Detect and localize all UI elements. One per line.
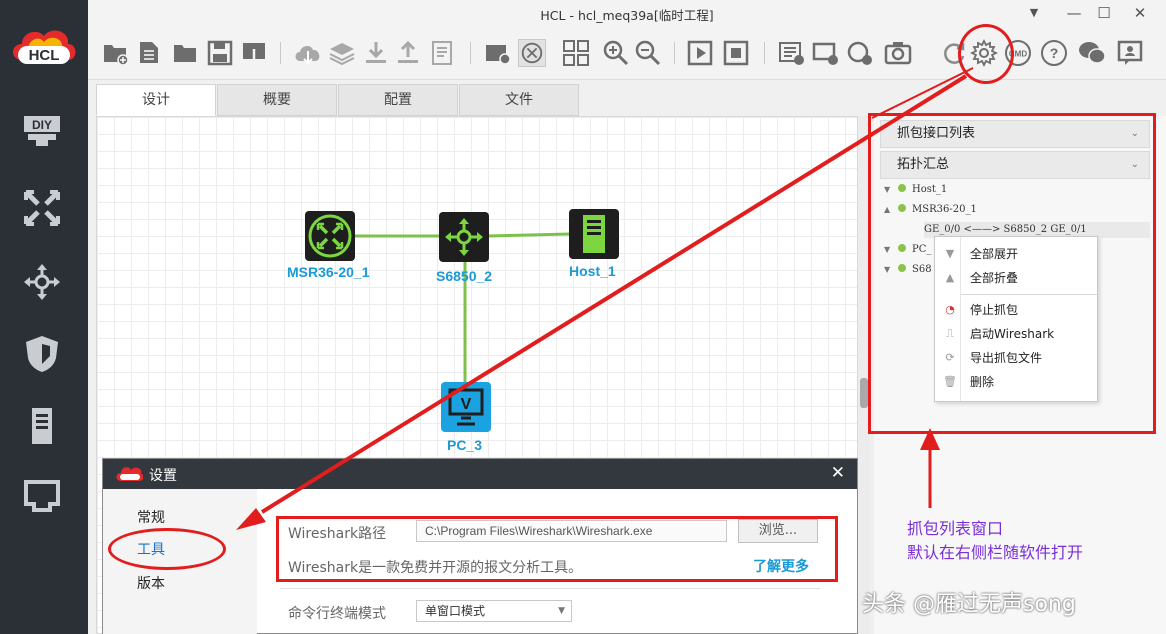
pc-node-icon[interactable]: V [441,382,491,432]
watermark-text: 头条 @雁过无声song [862,592,1076,617]
tab-overview[interactable]: 概要 [217,84,337,116]
dialog-title: 设置 [149,468,177,484]
add-ellipse-icon[interactable] [846,39,874,67]
dialog-divider [280,588,820,589]
network-cable-icon[interactable] [22,476,62,516]
close-icon[interactable]: ✕ [831,463,845,483]
toolbar-separator [280,42,281,64]
upload-icon[interactable] [394,39,422,67]
annotation-caption-2: 默认在右侧栏随软件打开 [907,543,1084,562]
topology-icon[interactable] [518,39,546,67]
svg-text:?: ? [1050,45,1059,61]
nav-general[interactable]: 常规 [137,507,165,527]
title-bar: HCL - hcl_meq39a[临时工程] ▼ — ☐ ✕ [88,0,1166,26]
hcl-cloud-icon [116,467,143,481]
diy-icon[interactable]: DIY [22,112,62,152]
feedback-icon[interactable] [1116,39,1144,67]
terminal-mode-label: 命令行终端模式 [288,606,386,622]
toolbar-separator [764,42,765,64]
svg-text:HCL: HCL [29,47,60,64]
zoom-out-icon[interactable] [634,39,662,67]
camera-icon[interactable] [884,39,912,67]
tab-files[interactable]: 文件 [459,84,579,116]
open-project-icon[interactable] [136,39,164,67]
cloud-icon[interactable] [294,39,322,67]
maximize-icon[interactable]: ☐ [1092,2,1116,24]
close-icon[interactable]: ✕ [1128,2,1152,24]
node-label: PC_3 [447,437,483,453]
open-folder-icon[interactable] [172,39,200,67]
tab-design[interactable]: 设计 [96,84,216,116]
hcl-logo: HCL [13,30,76,64]
terminal-mode-value: 单窗口模式 [425,604,486,618]
annotation-caption-1: 抓包列表窗口 [907,519,1004,538]
save-icon[interactable] [206,39,234,67]
terminal-mode-select[interactable]: 单窗口模式 ▼ [416,600,572,622]
svg-text:V: V [461,396,472,413]
download-icon[interactable] [362,39,390,67]
window-menu-icon[interactable]: ▼ [1022,2,1046,24]
toolbar-separator [470,42,471,64]
grid-icon[interactable] [562,39,590,67]
router-node-icon[interactable] [305,211,355,261]
annotation-box-wireshark [276,516,838,582]
play-icon[interactable] [686,39,714,67]
switch-icon[interactable] [22,262,62,302]
node-label: S6850_2 [436,268,493,284]
canvas-scrollbar-thumb[interactable] [860,378,868,408]
minimize-icon[interactable]: — [1062,2,1086,24]
annotation-circle-tools [108,528,226,570]
wechat-icon[interactable] [1078,39,1106,67]
layers-icon[interactable] [328,39,356,67]
left-sidebar: HCL DIY [0,0,88,634]
switch-node-icon[interactable] [439,212,489,262]
node-label: Host_1 [569,263,616,279]
add-rect-icon[interactable] [812,39,840,67]
notes-icon[interactable] [428,39,456,67]
server-icon[interactable] [22,406,62,446]
tab-config[interactable]: 配置 [338,84,458,116]
annotation-circle-settings [958,24,1014,84]
screenshot-icon[interactable] [484,39,512,67]
chevron-down-icon: ▼ [558,606,565,616]
annotation-box-right-panel [868,113,1156,434]
router-icon[interactable] [22,188,62,228]
host-node-icon[interactable] [569,209,619,259]
export-icon[interactable] [240,39,268,67]
svg-text:DIY: DIY [32,118,52,132]
zoom-in-icon[interactable] [602,39,630,67]
dialog-title-bar: 设置 ✕ [103,459,857,489]
stop-icon[interactable] [722,39,750,67]
new-project-icon[interactable] [102,39,130,67]
nav-version[interactable]: 版本 [137,573,165,593]
add-text-icon[interactable] [778,39,806,67]
toolbar-separator [674,42,675,64]
node-label: MSR36-20_1 [287,264,370,280]
window-title: HCL - hcl_meq39a[临时工程] [540,8,714,23]
firewall-icon[interactable] [22,334,62,374]
help-icon[interactable]: ? [1040,39,1068,67]
